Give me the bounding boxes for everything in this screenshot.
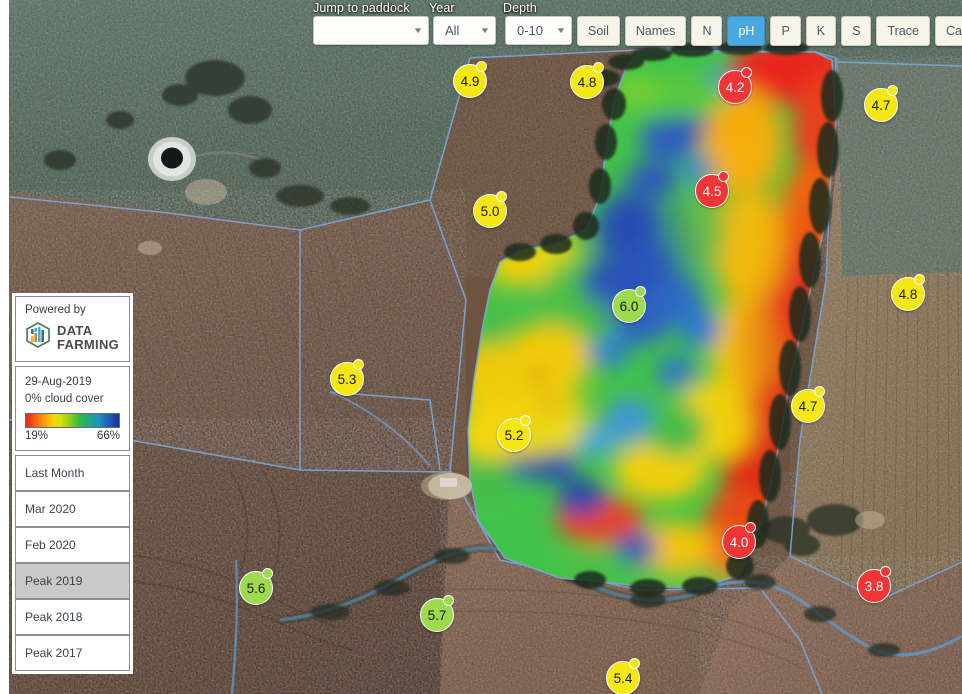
- ph-marker[interactable]: 4.9: [453, 61, 487, 98]
- year-value: All: [445, 23, 460, 38]
- datafarming-logo-icon: [25, 322, 51, 353]
- time-period-peak-2017[interactable]: Peak 2017: [15, 635, 130, 672]
- layer-button-n[interactable]: N: [691, 16, 723, 46]
- ph-marker[interactable]: 5.4: [606, 658, 640, 694]
- ph-marker[interactable]: 5.7: [420, 595, 454, 632]
- ph-marker[interactable]: 5.3: [330, 359, 364, 396]
- depth-label: Depth: [503, 1, 537, 15]
- brand-name: DATA FARMING: [57, 324, 119, 351]
- ph-marker[interactable]: 5.6: [239, 568, 273, 605]
- jump-to-paddock-select[interactable]: ▼: [313, 16, 429, 45]
- layer-button-names[interactable]: Names: [624, 16, 687, 46]
- cloud-cover: 0% cloud cover: [25, 392, 104, 405]
- layer-button-group: SoilNamesNpHPKSTraceCations: [577, 16, 962, 46]
- ph-marker[interactable]: 4.8: [891, 274, 925, 311]
- soil-map-application: 4.9 4.8 4.2 4.7 5.0 4.5 4.8 6.0 5.3 4.7 5.2 4.0 3.8 5…: [0, 0, 962, 694]
- layer-button-ph[interactable]: pH: [727, 16, 766, 46]
- year-select[interactable]: All ▼: [433, 16, 496, 45]
- branding-card: Powered by DATA FARMING: [15, 296, 130, 362]
- chevron-down-icon: ▼: [479, 25, 491, 35]
- ph-marker[interactable]: 4.8: [570, 62, 604, 99]
- ph-marker[interactable]: 4.7: [791, 386, 825, 423]
- layer-button-soil[interactable]: Soil: [577, 16, 620, 46]
- scale-max-label: 66%: [96, 430, 120, 443]
- time-period-peak-2019[interactable]: Peak 2019: [15, 563, 130, 600]
- imagery-legend-card: 29-Aug-2019 0% cloud cover 19% 66%: [15, 366, 130, 452]
- farm-yard: [428, 473, 472, 499]
- satellite-map[interactable]: [0, 0, 962, 694]
- left-info-panel: Powered by DATA FARMING 29-Aug-2019 0% c…: [12, 293, 133, 675]
- layer-button-s[interactable]: S: [841, 16, 872, 46]
- jump-to-paddock-label: Jump to paddock: [313, 1, 410, 15]
- chevron-down-icon: ▼: [412, 25, 424, 35]
- depth-value: 0-10: [517, 23, 544, 38]
- ph-marker[interactable]: 3.8: [857, 566, 891, 603]
- layer-button-trace[interactable]: Trace: [876, 16, 930, 46]
- layer-button-k[interactable]: K: [805, 16, 837, 46]
- scale-min-label: 19%: [25, 430, 49, 443]
- time-period-peak-2018[interactable]: Peak 2018: [15, 599, 130, 636]
- ph-marker[interactable]: 5.2: [497, 415, 531, 452]
- ph-marker[interactable]: 4.0: [722, 522, 756, 559]
- depth-select[interactable]: 0-10 ▼: [505, 16, 572, 45]
- time-period-feb-2020[interactable]: Feb 2020: [15, 527, 130, 564]
- time-period-last-month[interactable]: Last Month: [15, 455, 130, 492]
- year-label: Year: [429, 1, 455, 15]
- ph-marker[interactable]: 6.0: [612, 286, 646, 323]
- layer-button-cations[interactable]: Cations: [934, 16, 962, 46]
- left-edge-gutter: [0, 0, 9, 694]
- ph-marker[interactable]: 4.2: [718, 67, 752, 104]
- imagery-date: 29-Aug-2019: [25, 376, 92, 388]
- ph-marker[interactable]: 4.5: [695, 171, 729, 208]
- ph-marker[interactable]: 5.0: [473, 191, 507, 228]
- powered-by-label: Powered by: [25, 304, 86, 316]
- ph-marker[interactable]: 4.7: [864, 85, 898, 122]
- time-period-mar-2020[interactable]: Mar 2020: [15, 491, 130, 528]
- ndvi-color-scale: [25, 413, 120, 429]
- brand-line-2: FARMING: [57, 336, 120, 352]
- layer-button-p[interactable]: P: [770, 16, 801, 46]
- time-period-list: Last Month Mar 2020 Feb 2020 Peak 2019 Peak …: [15, 455, 130, 672]
- chevron-down-icon: ▼: [555, 25, 567, 35]
